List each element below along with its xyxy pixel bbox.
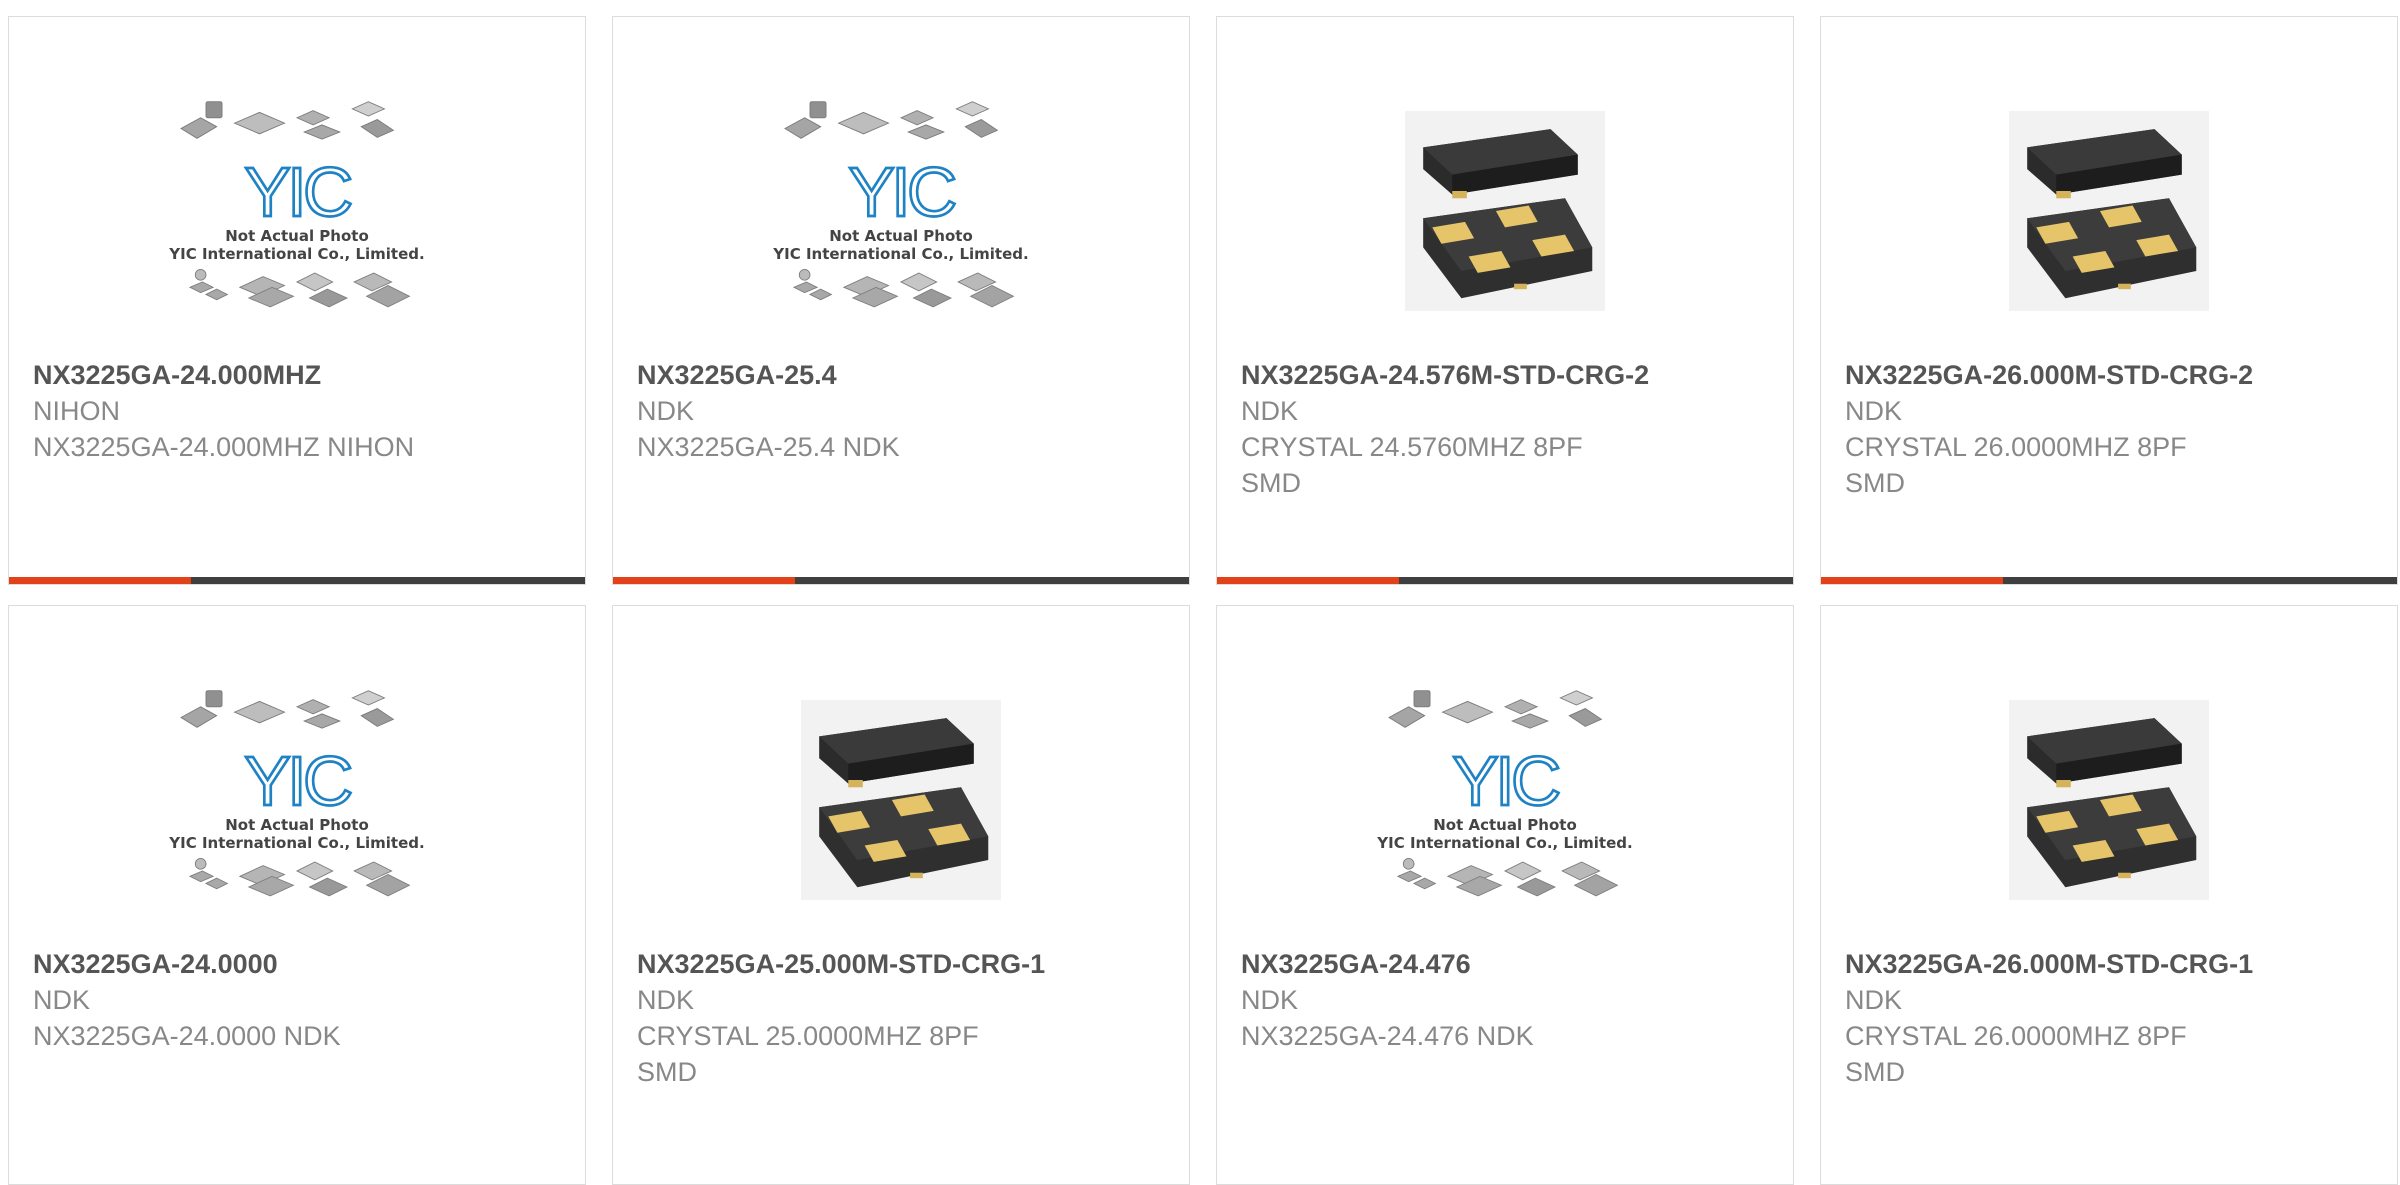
product-description: NX3225GA-24.476 NDK [1241,1021,1534,1051]
product-card[interactable]: NX3225GA-26.000M-STD-CRG-2 NDK CRYSTAL 2… [1820,16,2398,585]
product-description-2: SMD [1241,468,1301,498]
product-card[interactable]: NX3225GA-24.576M-STD-CRG-2 NDK CRYSTAL 2… [1216,16,1794,585]
card-accent-bar [1821,577,2003,584]
product-image[interactable]: Not Actual Photo YIC International Co., … [9,650,585,950]
product-image[interactable] [1821,650,2397,950]
placeholder-image: Not Actual Photo YIC International Co., … [1371,680,1639,920]
product-card[interactable]: Not Actual Photo YIC International Co., … [612,16,1190,585]
product-card[interactable]: Not Actual Photo YIC International Co., … [8,605,586,1185]
product-title[interactable]: NX3225GA-26.000M-STD-CRG-1 [1845,946,2377,982]
product-brand: NDK [1845,396,1903,426]
product-image[interactable]: Not Actual Photo YIC International Co., … [9,61,585,361]
crystal-photo [1405,111,1605,311]
placeholder-line1: Not Actual Photo [829,227,973,245]
product-info: NX3225GA-25.000M-STD-CRG-1 NDK CRYSTAL 2… [637,946,1169,1090]
card-accent-bar [1217,577,1399,584]
crystal-photo [2009,700,2209,900]
product-brand: NDK [637,985,695,1015]
product-title[interactable]: NX3225GA-24.476 [1241,946,1773,982]
product-card[interactable]: NX3225GA-25.000M-STD-CRG-1 NDK CRYSTAL 2… [612,605,1190,1185]
product-image[interactable]: Not Actual Photo YIC International Co., … [613,61,1189,361]
crystal-photo [2009,111,2209,311]
product-card[interactable]: Not Actual Photo YIC International Co., … [8,16,586,585]
product-brand: NIHON [33,396,120,426]
product-grid: Not Actual Photo YIC International Co., … [0,0,2400,1185]
placeholder-image: Not Actual Photo YIC International Co., … [163,680,431,920]
product-info: NX3225GA-25.4 NDK NX3225GA-25.4 NDK [637,357,1169,465]
product-info: NX3225GA-26.000M-STD-CRG-1 NDK CRYSTAL 2… [1845,946,2377,1090]
product-info: NX3225GA-24.0000 NDK NX3225GA-24.0000 ND… [33,946,565,1054]
product-brand: NDK [33,985,91,1015]
product-info: NX3225GA-24.476 NDK NX3225GA-24.476 NDK [1241,946,1773,1054]
product-brand: NDK [1241,985,1299,1015]
product-info: NX3225GA-26.000M-STD-CRG-2 NDK CRYSTAL 2… [1845,357,2377,501]
product-description: CRYSTAL 24.5760MHZ 8PF [1241,432,1583,462]
placeholder-chips-logo [767,91,1035,323]
product-brand: NDK [637,396,695,426]
product-image[interactable] [1217,61,1793,361]
product-description-2: SMD [1845,1057,1905,1087]
placeholder-line2: YIC International Co., Limited. [169,245,425,263]
card-accent-bar [613,577,795,584]
product-title[interactable]: NX3225GA-25.4 [637,357,1169,393]
product-description: CRYSTAL 25.0000MHZ 8PF [637,1021,979,1051]
product-info: NX3225GA-24.576M-STD-CRG-2 NDK CRYSTAL 2… [1241,357,1773,501]
product-title[interactable]: NX3225GA-24.000MHZ [33,357,565,393]
product-description: NX3225GA-25.4 NDK [637,432,900,462]
card-accent-bar [9,577,191,584]
placeholder-chips-logo [163,91,431,323]
product-info: NX3225GA-24.000MHZ NIHON NX3225GA-24.000… [33,357,565,465]
card-bottom-bar [1217,577,1793,584]
placeholder-line1: Not Actual Photo [225,227,369,245]
placeholder-image: Not Actual Photo YIC International Co., … [767,91,1035,331]
card-bottom-bar [613,577,1189,584]
card-bottom-bar [9,577,585,584]
product-description: NX3225GA-24.0000 NDK [33,1021,341,1051]
product-title[interactable]: NX3225GA-24.576M-STD-CRG-2 [1241,357,1773,393]
product-card[interactable]: NX3225GA-26.000M-STD-CRG-1 NDK CRYSTAL 2… [1820,605,2398,1185]
product-title[interactable]: NX3225GA-24.0000 [33,946,565,982]
placeholder-line2: YIC International Co., Limited. [773,245,1029,263]
placeholder-line2: YIC International Co., Limited. [1377,834,1633,852]
product-title[interactable]: NX3225GA-26.000M-STD-CRG-2 [1845,357,2377,393]
card-bottom-bar [1821,577,2397,584]
product-description: NX3225GA-24.000MHZ NIHON [33,432,415,462]
placeholder-line1: Not Actual Photo [225,816,369,834]
placeholder-line1: Not Actual Photo [1433,816,1577,834]
product-title[interactable]: NX3225GA-25.000M-STD-CRG-1 [637,946,1169,982]
product-image[interactable] [613,650,1189,950]
crystal-photo [801,700,1001,900]
product-description-2: SMD [637,1057,697,1087]
product-card[interactable]: Not Actual Photo YIC International Co., … [1216,605,1794,1185]
product-image[interactable]: Not Actual Photo YIC International Co., … [1217,650,1793,950]
product-description-2: SMD [1845,468,1905,498]
product-description: CRYSTAL 26.0000MHZ 8PF [1845,432,2187,462]
product-image[interactable] [1821,61,2397,361]
placeholder-image: Not Actual Photo YIC International Co., … [163,91,431,331]
product-description: CRYSTAL 26.0000MHZ 8PF [1845,1021,2187,1051]
product-brand: NDK [1241,396,1299,426]
placeholder-chips-logo [1371,680,1639,912]
placeholder-chips-logo [163,680,431,912]
placeholder-line2: YIC International Co., Limited. [169,834,425,852]
product-brand: NDK [1845,985,1903,1015]
